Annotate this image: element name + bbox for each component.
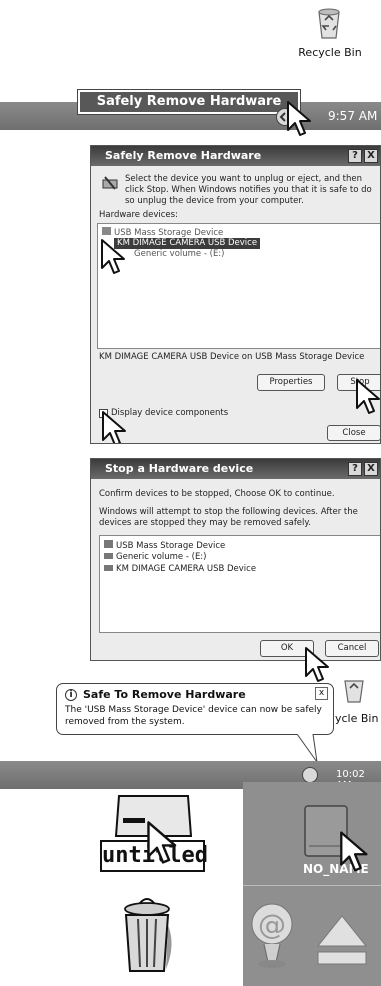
close-button[interactable]: Close [327, 425, 380, 441]
drive-icon [104, 565, 113, 571]
dock-divider [243, 885, 381, 886]
dialog-title: Stop a Hardware device [91, 459, 380, 479]
usb-icon [102, 227, 111, 235]
dialog-title: Safely Remove Hardware [91, 146, 380, 166]
tree-item-selected[interactable]: KM DIMAGE CAMERA USB Device [114, 238, 261, 249]
confirm-text: Confirm devices to be stopped, Choose OK… [99, 489, 335, 499]
safely-remove-hardware-tooltip[interactable]: Safely Remove Hardware [78, 90, 300, 114]
svg-text:@: @ [258, 908, 286, 941]
selected-device-description: KM DIMAGE CAMERA USB Device on USB Mass … [99, 352, 365, 362]
list-item: KM DIMAGE CAMERA USB Device [104, 564, 256, 575]
tree-item[interactable]: Generic volume - (E:) [134, 249, 225, 260]
recycle-bin-label: Recycle Bin [298, 46, 362, 59]
pointer-cursor-icon [102, 411, 126, 443]
tray-time: 9:57 AM [328, 109, 378, 123]
recycle-bin-label: ycle Bin [335, 712, 379, 725]
properties-button[interactable]: Properties [257, 374, 325, 391]
device-list[interactable]: USB Mass Storage Device Generic volume -… [99, 535, 380, 633]
eject-icon[interactable] [316, 912, 368, 968]
recycle-bin-icon [344, 680, 364, 703]
trash-can-icon[interactable] [118, 895, 176, 975]
untitled-disk[interactable]: untitled [100, 790, 208, 882]
balloon-close-icon[interactable]: x [315, 687, 328, 700]
cancel-button[interactable]: Cancel [325, 640, 379, 657]
pointer-cursor-icon [101, 239, 125, 274]
info-icon: i [65, 689, 77, 701]
list-item: Generic volume - (E:) [104, 552, 207, 563]
usb-icon [104, 540, 113, 548]
tooltip-label: Safely Remove Hardware [96, 94, 282, 109]
recycle-bin-icon [318, 8, 340, 39]
device-tree[interactable]: USB Mass Storage Device KM DIMAGE CAMERA… [97, 223, 380, 349]
balloon-pointer [296, 734, 318, 763]
tray-safely-remove-icon[interactable] [302, 767, 318, 783]
list-item: USB Mass Storage Device [104, 540, 225, 552]
desktop-recycle-bin[interactable]: Recycle Bin [290, 6, 370, 66]
pointer-cursor-icon [287, 101, 311, 136]
pointer-cursor-icon [305, 647, 329, 682]
pointer-cursor-icon [340, 831, 368, 872]
pointer-cursor-icon [147, 821, 177, 864]
balloon-title: Safe To Remove Hardware [83, 688, 246, 701]
close-icon[interactable]: X [364, 462, 378, 476]
safe-to-remove-balloon[interactable]: i Safe To Remove Hardware x The 'USB Mas… [56, 683, 334, 735]
help-button[interactable]: ? [348, 149, 362, 163]
close-icon[interactable]: X [364, 149, 378, 163]
balloon-message: The 'USB Mass Storage Device' device can… [65, 705, 322, 727]
help-button[interactable]: ? [348, 462, 362, 476]
stop-hardware-device-dialog: Stop a Hardware device ? X Confirm devic… [90, 458, 381, 661]
pointer-cursor-icon [356, 379, 380, 414]
info-text: Windows will attempt to stop the followi… [99, 507, 358, 528]
drive-icon [104, 553, 113, 559]
no-name-drive[interactable]: NO_NAME [243, 790, 381, 885]
at-sign-icon[interactable]: @ [246, 900, 302, 972]
safely-remove-hardware-dialog: Safely Remove Hardware ? X Select the de… [90, 145, 381, 444]
hardware-icon [102, 176, 118, 190]
hardware-devices-label: Hardware devices: [99, 210, 178, 220]
instructions-text: Select the device you want to unplug or … [125, 174, 372, 206]
